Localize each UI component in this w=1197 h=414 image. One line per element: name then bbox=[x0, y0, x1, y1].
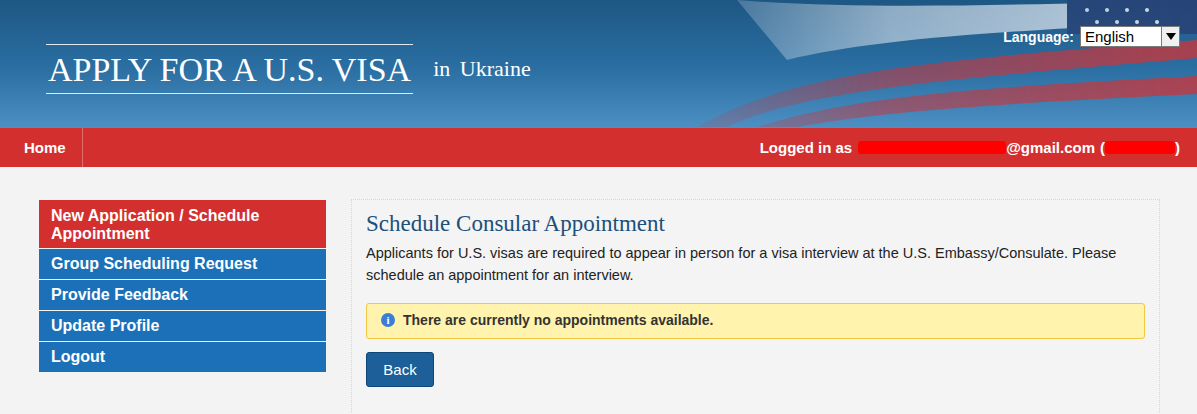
content-area: New Application / Schedule AppointmentGr… bbox=[0, 167, 1197, 414]
info-alert: i There are currently no appointments av… bbox=[366, 303, 1145, 339]
sidebar: New Application / Schedule AppointmentGr… bbox=[39, 200, 326, 372]
dropdown-arrow-icon bbox=[1161, 27, 1179, 46]
user-info: Logged in as @gmail.com ( ) bbox=[760, 139, 1197, 156]
paren-close: ) bbox=[1175, 139, 1180, 156]
flag-graphic bbox=[637, 0, 1197, 127]
nav-bar: Home Logged in as @gmail.com ( ) bbox=[0, 127, 1197, 167]
main-panel: Schedule Consular Appointment Applicants… bbox=[351, 199, 1160, 414]
home-link[interactable]: Home bbox=[0, 128, 83, 167]
sidebar-item[interactable]: Logout bbox=[39, 342, 326, 372]
redaction-mark bbox=[1105, 141, 1175, 154]
site-title: APPLY FOR A U.S. VISA in Ukraine bbox=[46, 44, 531, 94]
header-banner: APPLY FOR A U.S. VISA in Ukraine Languag… bbox=[0, 0, 1197, 127]
logged-in-label: Logged in as bbox=[760, 139, 853, 156]
site-title-text: APPLY FOR A U.S. VISA bbox=[46, 44, 413, 94]
back-button[interactable]: Back bbox=[366, 352, 434, 387]
info-icon: i bbox=[381, 313, 395, 327]
sidebar-item[interactable]: New Application / Schedule Appointment bbox=[39, 200, 326, 248]
sidebar-item[interactable]: Update Profile bbox=[39, 311, 326, 341]
language-value: English bbox=[1085, 28, 1134, 45]
sidebar-item[interactable]: Provide Feedback bbox=[39, 280, 326, 310]
country-label: in Ukraine bbox=[433, 56, 530, 82]
panel-title: Schedule Consular Appointment bbox=[366, 210, 1145, 238]
language-label: Language: bbox=[1003, 29, 1074, 45]
language-selector: Language: English bbox=[1003, 26, 1180, 47]
redaction-mark bbox=[858, 141, 1006, 154]
email-suffix: @gmail.com bbox=[1006, 139, 1095, 156]
page: APPLY FOR A U.S. VISA in Ukraine Languag… bbox=[0, 0, 1197, 414]
sidebar-item[interactable]: Group Scheduling Request bbox=[39, 249, 326, 279]
alert-text: There are currently no appointments avai… bbox=[403, 312, 713, 328]
language-select[interactable]: English bbox=[1080, 26, 1180, 47]
panel-description: Applicants for U.S. visas are required t… bbox=[366, 242, 1145, 286]
